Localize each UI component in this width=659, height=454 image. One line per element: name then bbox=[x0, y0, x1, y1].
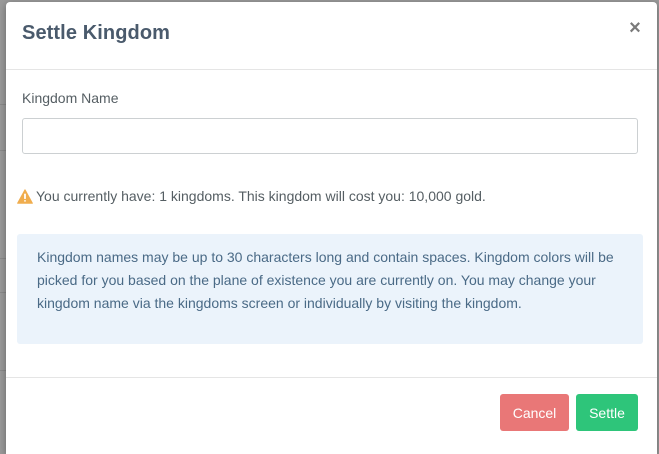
warning-icon bbox=[17, 188, 33, 204]
settle-kingdom-modal: Settle Kingdom × Kingdom Name You curren… bbox=[6, 2, 657, 454]
modal-header: Settle Kingdom × bbox=[6, 2, 657, 70]
kingdom-name-input[interactable] bbox=[22, 118, 638, 154]
info-alert-text: Kingdom names may be up to 30 characters… bbox=[37, 249, 614, 311]
info-alert: Kingdom names may be up to 30 characters… bbox=[17, 234, 643, 344]
modal-footer: Cancel Settle bbox=[6, 378, 657, 454]
modal-title: Settle Kingdom bbox=[22, 22, 171, 44]
modal-body: Kingdom Name You currently have: 1 kingd… bbox=[6, 70, 657, 378]
kingdom-name-label: Kingdom Name bbox=[22, 90, 119, 106]
settle-button[interactable]: Settle bbox=[576, 394, 638, 431]
cost-warning-text: You currently have: 1 kingdoms. This kin… bbox=[36, 188, 486, 204]
close-icon[interactable]: × bbox=[627, 17, 643, 39]
cost-warning: You currently have: 1 kingdoms. This kin… bbox=[17, 188, 486, 204]
cancel-button[interactable]: Cancel bbox=[500, 394, 569, 431]
